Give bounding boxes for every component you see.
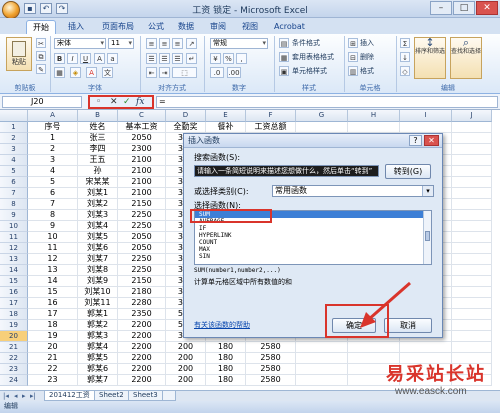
annotation-arrow-icon [360, 281, 411, 328]
watermark-url: www.easck.com [395, 386, 467, 397]
watermark-logo: 易采站长站 [386, 364, 486, 385]
